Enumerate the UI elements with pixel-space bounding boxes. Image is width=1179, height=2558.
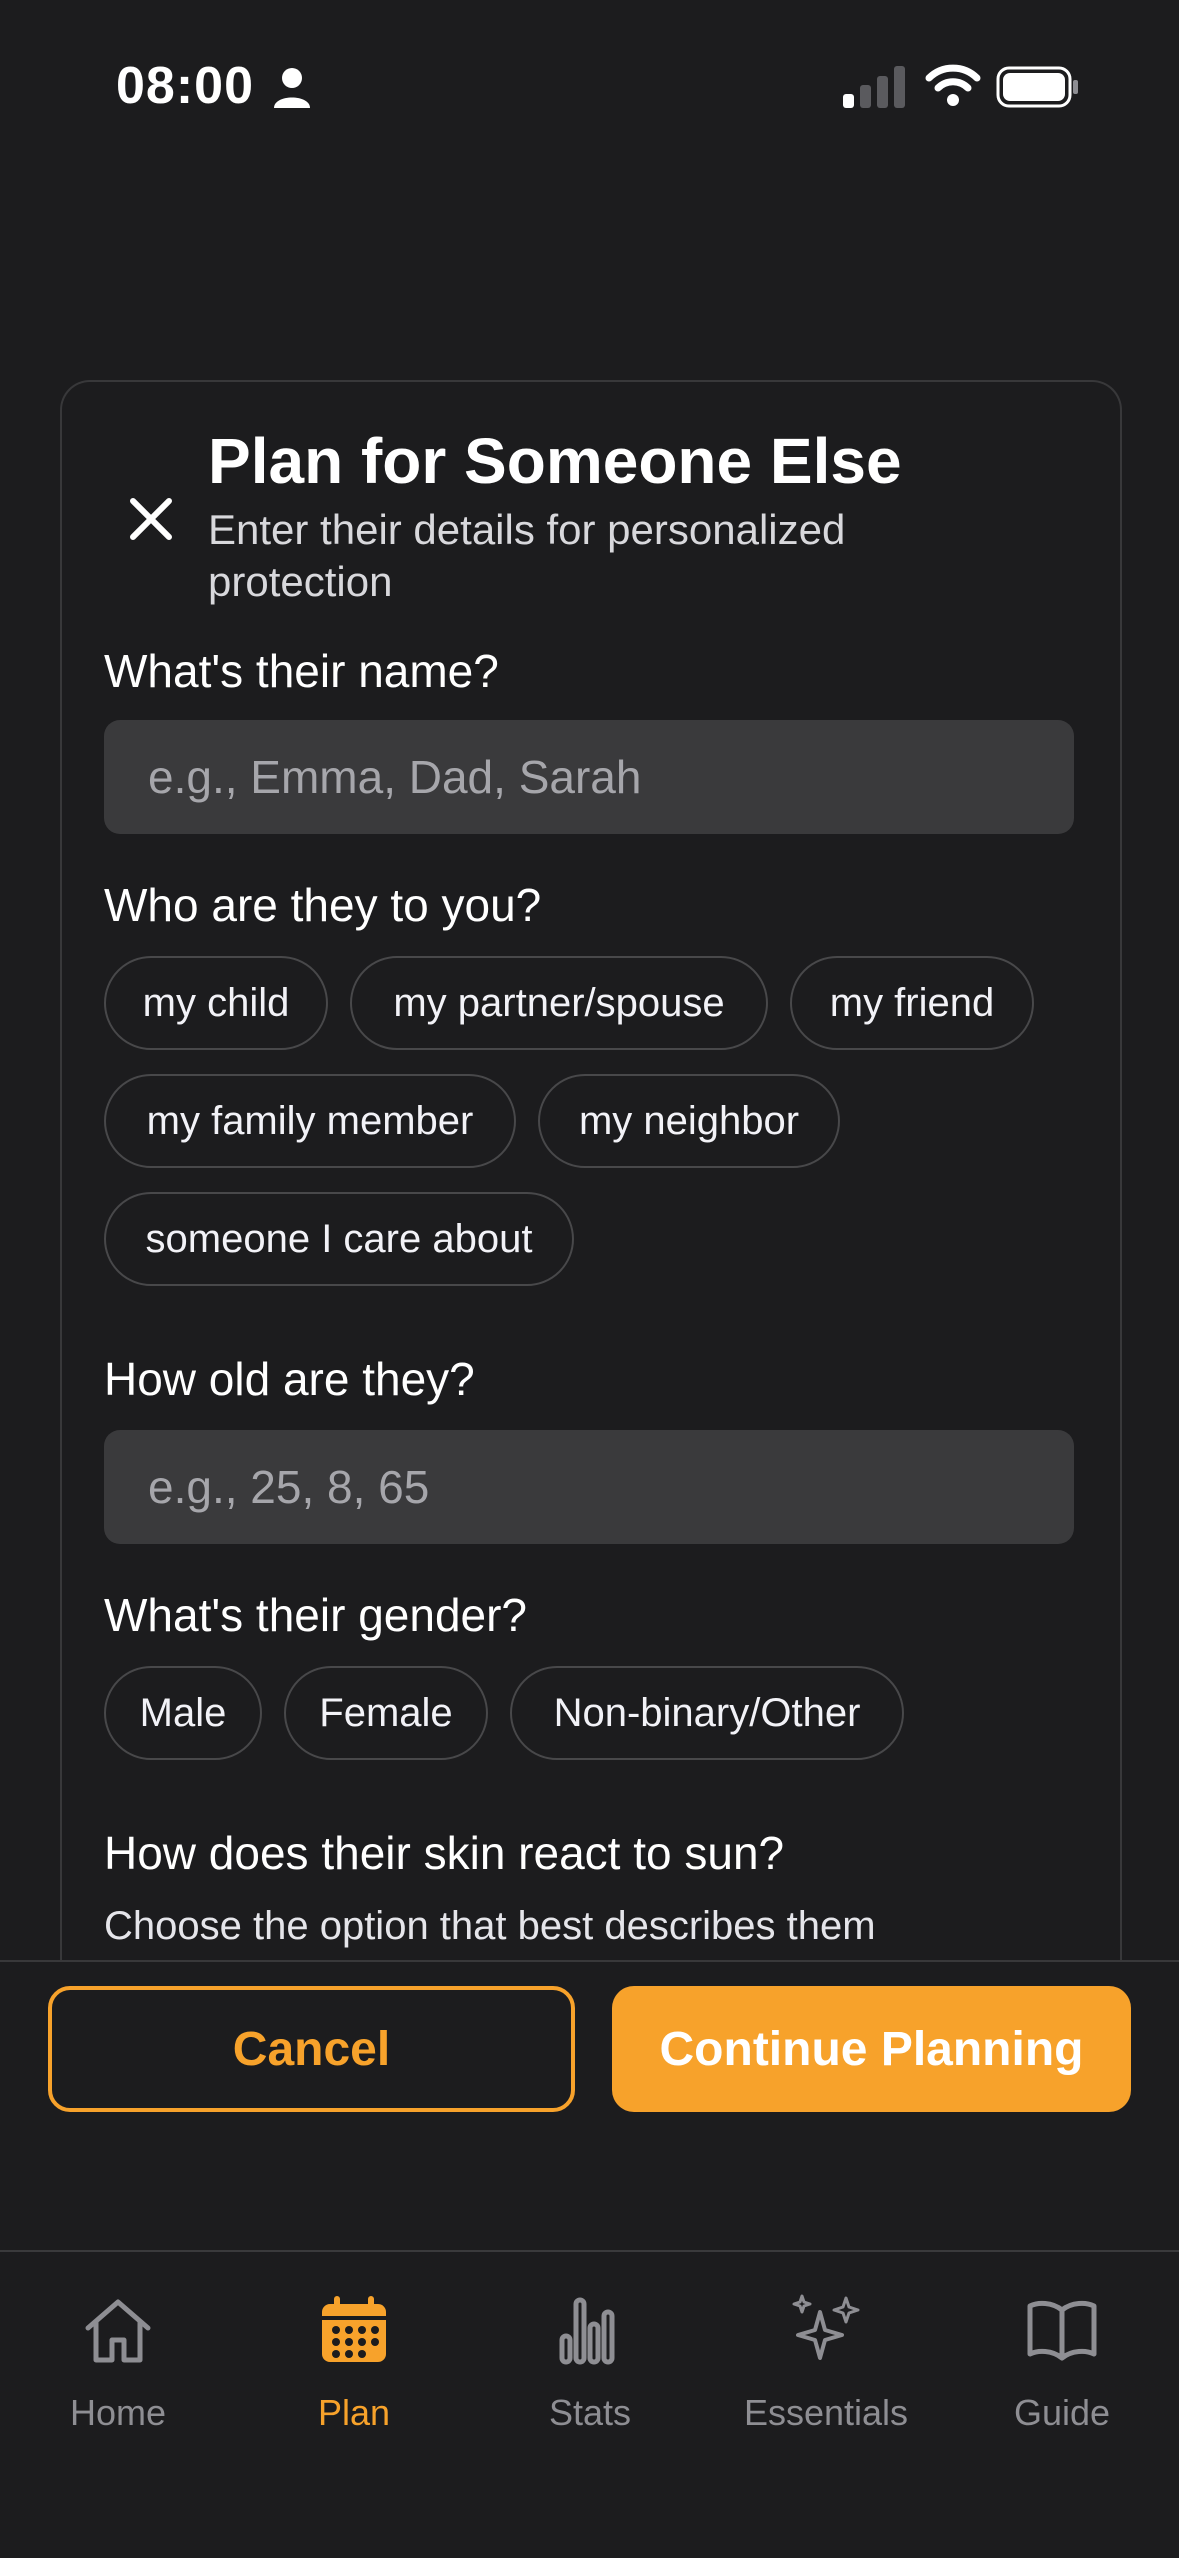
relation-option-my-neighbor[interactable]: my neighbor	[538, 1074, 840, 1168]
relation-option-my-partner-spouse[interactable]: my partner/spouse	[350, 956, 768, 1050]
plan-for-someone-modal: Plan for Someone Else Enter their detail…	[60, 380, 1122, 1962]
cancel-button[interactable]: Cancel	[48, 1986, 575, 2112]
home-icon	[85, 2299, 151, 2363]
gender-option-female[interactable]: Female	[284, 1666, 488, 1760]
close-icon	[130, 498, 172, 540]
tab-guide-label: Guide	[1013, 2392, 1111, 2433]
bar-chart-icon	[559, 2297, 615, 2365]
tab-stats[interactable]: Stats	[472, 2292, 708, 2452]
name-input[interactable]: e.g., Emma, Dad, Sarah	[104, 720, 1074, 834]
sparkles-icon	[792, 2294, 860, 2360]
tab-bar: Home Plan Stats Essentials Guide	[0, 2250, 1179, 2558]
name-label: What's their name?	[104, 645, 499, 697]
tab-home[interactable]: Home	[0, 2292, 236, 2452]
calendar-icon	[322, 2296, 386, 2362]
tab-plan[interactable]: Plan	[236, 2292, 472, 2452]
gender-label: What's their gender?	[104, 1589, 528, 1641]
modal-subtitle: Enter their details for personalized pro…	[208, 506, 846, 605]
book-icon	[1027, 2300, 1097, 2361]
wifi-icon	[925, 64, 981, 106]
footer-divider	[0, 1960, 1179, 1962]
tab-plan-label: Plan	[317, 2392, 391, 2433]
close-button[interactable]	[112, 480, 190, 558]
status-time: 08:00	[116, 57, 254, 115]
relation-option-my-friend[interactable]: my friend	[790, 956, 1034, 1050]
tab-stats-label: Stats	[548, 2392, 632, 2433]
relation-option-my-child[interactable]: my child	[104, 956, 328, 1050]
relation-option-someone-i-care-about[interactable]: someone I care about	[104, 1192, 574, 1286]
age-input[interactable]: e.g., 25, 8, 65	[104, 1430, 1074, 1544]
gender-option-non-binary-other[interactable]: Non-binary/Other	[510, 1666, 904, 1760]
tab-essentials[interactable]: Essentials	[708, 2292, 944, 2452]
gender-option-male[interactable]: Male	[104, 1666, 262, 1760]
skin-reaction-helper: Choose the option that best describes th…	[104, 1904, 876, 1948]
relation-label: Who are they to you?	[104, 879, 542, 931]
tab-home-label: Home	[69, 2392, 167, 2433]
skin-reaction-label: How does their skin react to sun?	[104, 1827, 785, 1879]
continue-planning-button[interactable]: Continue Planning	[612, 1986, 1131, 2112]
modal-title: Plan for Someone Else	[208, 425, 902, 497]
tab-essentials-label: Essentials	[743, 2392, 909, 2433]
relation-option-my-family-member[interactable]: my family member	[104, 1074, 516, 1168]
status-bar: 08:00	[0, 0, 1179, 170]
age-label: How old are they?	[104, 1353, 475, 1405]
cellular-signal-icon	[843, 66, 905, 108]
person-icon	[274, 68, 310, 108]
tab-guide[interactable]: Guide	[944, 2292, 1179, 2452]
battery-icon	[996, 66, 1078, 108]
